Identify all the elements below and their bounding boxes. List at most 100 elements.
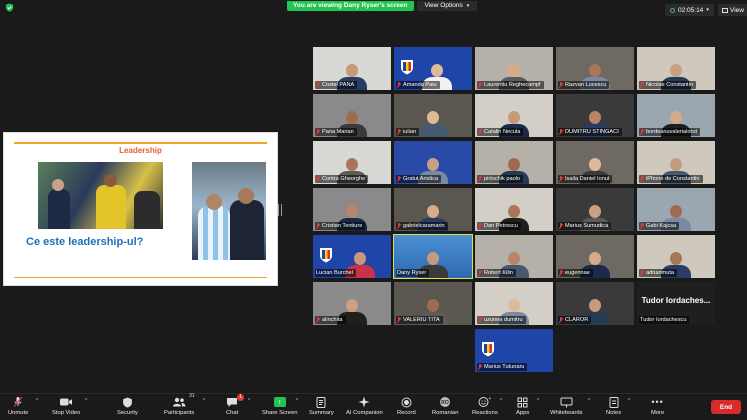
view-button[interactable]: View (718, 4, 747, 16)
participant-tile[interactable]: eugennae (556, 235, 634, 278)
participant-tile[interactable]: CLAROR (556, 282, 634, 325)
smiley-plus-icon: + (478, 396, 491, 408)
video-camera-icon (59, 396, 73, 408)
participant-name-label: Razvan Lucescu (558, 81, 610, 89)
participant-tile[interactable]: uzunea dumitru (475, 282, 553, 325)
participant-tile[interactable]: Laurentiu Reghecampf (475, 47, 553, 90)
timer-value: 02:05:14 (678, 6, 704, 14)
participant-tile[interactable]: bordeanuvalerialorut (637, 94, 715, 137)
participant-name-text: eugennae (565, 270, 590, 276)
chat-button[interactable]: 1 Chat (226, 394, 245, 420)
participant-tile[interactable]: Amanda Paiu (394, 47, 472, 90)
ai-companion-label: AI Companion (346, 410, 383, 416)
summary-button[interactable]: Summary (309, 396, 334, 420)
more-button[interactable]: ••• More (651, 396, 664, 420)
participant-tile[interactable]: Cristian Tentiure (313, 188, 391, 231)
participant-name-text: Marius Tutunaru (484, 364, 525, 370)
participant-name-label: Lucian Burchel (315, 269, 357, 277)
stop-video-button[interactable]: Stop Video (52, 396, 80, 420)
unmute-button[interactable]: Unmute (8, 396, 28, 420)
share-screen-label: Share Screen (262, 410, 298, 416)
participant-tile[interactable]: Tudor Iordaches... Tudor Iordachescu (637, 282, 715, 325)
participant-tile[interactable]: adrianmuta (637, 235, 715, 278)
participant-tile[interactable]: iulian (394, 94, 472, 137)
video-options-chevron-icon[interactable]: ^ (85, 398, 87, 404)
chevron-down-icon[interactable]: ▾ (706, 7, 709, 13)
notes-icon (609, 396, 619, 408)
participant-tile[interactable]: Lucian Burchel (313, 235, 391, 278)
participant-tile[interactable]: Catalin Necula (475, 94, 553, 137)
chat-options-chevron-icon[interactable]: ^ (248, 398, 250, 404)
apps-options-chevron-icon[interactable]: ^ (537, 398, 539, 404)
participant-tile[interactable]: Gratut Aristica (394, 141, 472, 184)
reactions-options-chevron-icon[interactable]: ^ (500, 398, 502, 404)
more-dots-icon: ••• (651, 397, 664, 407)
audio-options-chevron-icon[interactable]: ^ (36, 398, 38, 404)
security-label: Security (117, 410, 138, 416)
participant-tile[interactable]: Dan Petrescu (475, 188, 553, 231)
participant-tile[interactable]: Robert Kilin (475, 235, 553, 278)
participant-tile[interactable]: pirtochik paolo (475, 141, 553, 184)
participant-tile[interactable]: Nicolae Constantin (637, 47, 715, 90)
participant-name-text: Tudor Iordachescu (640, 317, 687, 323)
participant-tile[interactable]: DUMITRU STINGACI (556, 94, 634, 137)
notes-options-chevron-icon[interactable]: ^ (628, 398, 630, 404)
stop-video-label: Stop Video (52, 410, 81, 416)
participant-name-label: adrianmuta (639, 269, 677, 277)
security-button[interactable]: Security (117, 396, 138, 420)
participants-button[interactable]: 31 Participants (164, 393, 195, 420)
share-screen-icon-wrap: ↑ (273, 396, 286, 408)
split-view-drag-handle[interactable] (278, 204, 282, 216)
participant-name-text: Marius Sumudica (565, 223, 609, 229)
ai-companion-button[interactable]: AI Companion (346, 396, 383, 420)
microphone-muted-icon (397, 129, 401, 135)
whiteboards-options-chevron-icon[interactable]: ^ (588, 398, 590, 404)
apps-button[interactable]: Apps (516, 396, 529, 420)
interpretation-button[interactable]: RO Romanian (432, 396, 458, 420)
participant-name-label: eugennae (558, 269, 593, 277)
participant-tile[interactable]: Isaila Daniel Ionut (556, 141, 634, 184)
participant-name-text: Isaila Daniel Ionut (565, 176, 610, 182)
share-screen-button[interactable]: ↑ Share Screen (262, 396, 297, 420)
participant-tile[interactable]: Pana Marian (313, 94, 391, 137)
zoom-meeting-window: You are viewing Dany Ryser's screen View… (0, 0, 747, 420)
share-options-chevron-icon[interactable]: ^ (296, 398, 298, 404)
participant-tile[interactable]: Marius Tutunaru (475, 329, 553, 372)
participant-tile[interactable]: gabrielcaramarin (394, 188, 472, 231)
security-shield-icon[interactable] (5, 3, 14, 12)
participant-tile[interactable]: Gabi Kajcsa (637, 188, 715, 231)
record-button[interactable]: Record (397, 396, 416, 420)
participants-options-chevron-icon[interactable]: ^ (203, 398, 205, 404)
view-options-button[interactable]: View Options ▾ (416, 0, 478, 11)
notes-button[interactable]: Notes (606, 396, 621, 420)
participant-name-text: DUMITRU STINGACI (565, 129, 619, 135)
participant-name-text: Costel PANA (322, 82, 355, 88)
participant-tile[interactable]: Contra Gheorghe (313, 141, 391, 184)
participant-name-label: Costel PANA (315, 81, 358, 89)
participant-tile[interactable]: alinchita (313, 282, 391, 325)
participant-name-text: Dan Petrescu (484, 223, 518, 229)
federation-logo-icon (320, 248, 332, 263)
microphone-muted-icon (478, 129, 482, 135)
participant-tile[interactable]: VALERIU TITA (394, 282, 472, 325)
participant-name-text: alinchita (322, 317, 343, 323)
participant-name-text: VALERIU TITA (403, 317, 440, 323)
participant-name-label: alinchita (315, 316, 346, 324)
participant-name-text: pirtochik paolo (484, 176, 521, 182)
whiteboards-button[interactable]: Whiteboards (550, 396, 583, 420)
participant-tile[interactable]: Razvan Lucescu (556, 47, 634, 90)
participant-name-placeholder: Tudor Iordaches... (641, 296, 711, 305)
end-meeting-button[interactable]: End (711, 400, 741, 414)
participant-tile[interactable]: Marius Sumudica (556, 188, 634, 231)
microphone-muted-icon (316, 223, 320, 229)
chat-bubble-icon: 1 (226, 394, 245, 408)
participant-tile[interactable]: Dany Ryser (393, 234, 473, 279)
participant-name-text: Razvan Lucescu (565, 82, 607, 88)
participant-tile[interactable]: Costel PANA (313, 47, 391, 90)
participant-name-label: Dan Petrescu (477, 222, 521, 230)
reactions-button[interactable]: + Reactions (472, 396, 498, 420)
participant-name-text: Dany Ryser (397, 270, 427, 276)
participant-name-label: Gratut Aristica (396, 175, 442, 183)
participant-tile[interactable]: iPhone de Constantin (637, 141, 715, 184)
notes-label: Notes (606, 410, 622, 416)
